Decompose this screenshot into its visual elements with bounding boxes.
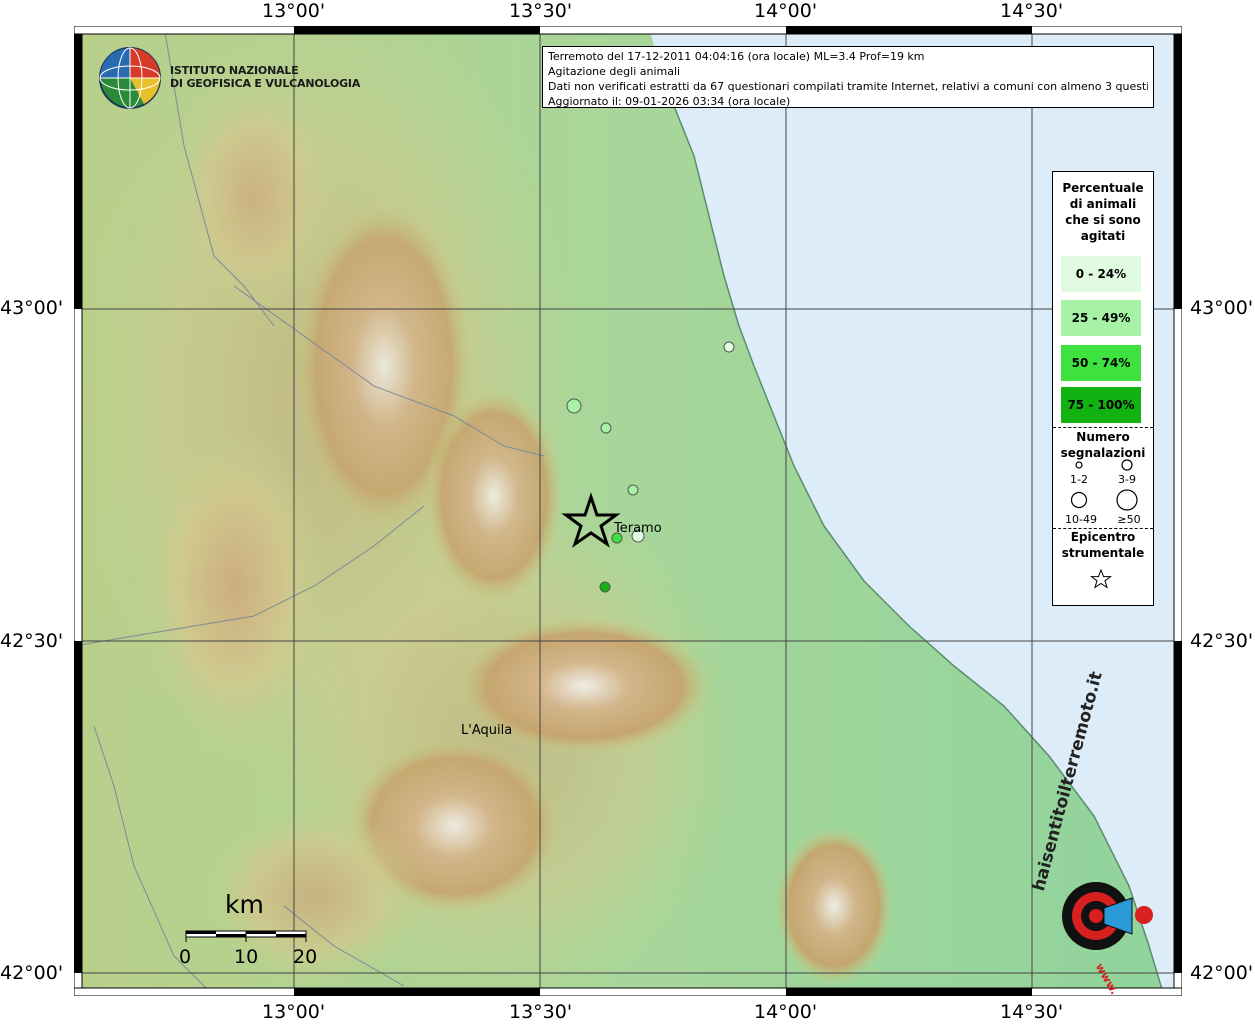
- lon-label-top-1300: 13°00': [262, 0, 326, 22]
- place-label-teramo: Teramo: [614, 521, 662, 536]
- legend-count-1-2: 1-2: [1070, 473, 1088, 486]
- observation-point-2[interactable]: [566, 398, 582, 414]
- ingv-logo-line1: ISTITUTO NAZIONALE: [170, 64, 299, 77]
- lat-label-left-4230: 42°30': [0, 630, 64, 652]
- legend-epicenter-title-1: Epicentro: [1070, 530, 1136, 544]
- ingv-logo-text: ISTITUTO NAZIONALE DI GEOFISICA E VULCAN…: [170, 64, 360, 90]
- legend-class-75-100: 75 - 100%: [1061, 387, 1141, 423]
- observation-point-7[interactable]: [599, 581, 611, 593]
- lat-label-right-4200: 42°00': [1190, 962, 1254, 984]
- scale-tick-20: 20: [293, 946, 318, 968]
- legend-epicenter-title-2: strumentale: [1061, 546, 1145, 560]
- lon-label-bottom-1400: 14°00': [754, 1001, 818, 1023]
- lon-label-top-1330: 13°30': [509, 0, 573, 22]
- legend-title-3: che si sono: [1065, 213, 1141, 227]
- map-frame[interactable]: ISTITUTO NAZIONALE DI GEOFISICA E VULCAN…: [74, 26, 1182, 997]
- legend-class-0-24: 0 - 24%: [1061, 256, 1141, 292]
- event-updated: Aggiornato il: 09-01-2026 03:34 (ora loc…: [548, 95, 791, 108]
- place-label-laquila: L'Aquila: [461, 723, 513, 738]
- legend-count-50: ≥50: [1117, 513, 1141, 526]
- lon-label-top-1430: 14°30': [1000, 0, 1064, 22]
- event-subtitle: Agitazione degli animali: [548, 65, 681, 78]
- legend-class-25-49: 25 - 49%: [1061, 300, 1141, 336]
- observation-point-4[interactable]: [627, 484, 639, 496]
- legend-star-icon: [1090, 568, 1112, 589]
- ingv-logo-line2: DI GEOFISICA E VULCANOLOGIA: [170, 77, 361, 90]
- legend-title-2: di animali: [1069, 197, 1137, 211]
- lat-label-left-4300: 43°00': [0, 297, 64, 319]
- observation-point-3[interactable]: [600, 422, 612, 434]
- lat-label-right-4300: 43°00': [1190, 297, 1254, 319]
- observation-point-1[interactable]: [723, 341, 735, 353]
- legend-class-50-74: 50 - 74%: [1061, 345, 1141, 381]
- scale-unit: km: [225, 890, 264, 919]
- legend-title-1: Percentuale: [1062, 181, 1144, 195]
- legend-count-3-9: 3-9: [1118, 473, 1136, 486]
- terrain-mountain-west: [144, 426, 324, 746]
- lon-label-bottom-1300: 13°00': [262, 1001, 326, 1023]
- scale-tick-10: 10: [234, 946, 259, 968]
- lon-label-bottom-1330: 13°30': [509, 1001, 573, 1023]
- lat-label-left-4200: 42°00': [0, 962, 64, 984]
- scale-tick-0: 0: [179, 946, 192, 968]
- event-data-note: Dati non verificati estratti da 67 quest…: [548, 80, 1148, 93]
- terrain-mountain-laga: [424, 386, 564, 606]
- lon-label-top-1400: 14°00': [754, 0, 818, 22]
- legend: Percentuale di animali che si sono agita…: [1052, 171, 1154, 606]
- legend-separator-1: [1053, 427, 1153, 428]
- ingv-globe-icon: [99, 47, 161, 109]
- event-title: Terremoto del 17-12-2011 04:04:16 (ora l…: [548, 50, 925, 63]
- legend-count-10-49: 10-49: [1065, 513, 1097, 526]
- lat-label-right-4230: 42°30': [1190, 630, 1254, 652]
- legend-title-4: agitati: [1080, 229, 1126, 243]
- legend-count-title-1: Numero: [1076, 430, 1130, 444]
- event-info-box: Terremoto del 17-12-2011 04:04:16 (ora l…: [542, 46, 1154, 108]
- map-canvas[interactable]: [74, 26, 1182, 996]
- terrain-mountain-majella: [774, 826, 894, 986]
- lon-label-bottom-1430: 14°30': [1000, 1001, 1064, 1023]
